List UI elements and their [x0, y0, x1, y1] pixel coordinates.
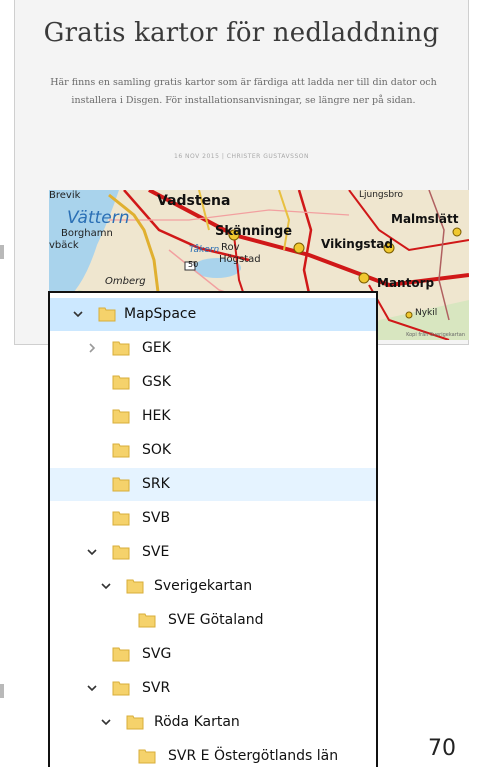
tree-item-label: SVR E Östergötlands län — [168, 748, 339, 764]
chevron-right-icon[interactable] — [84, 340, 100, 356]
tree-item-svr[interactable]: SVR — [50, 672, 376, 705]
folder-icon — [112, 341, 130, 356]
page-number: 70 — [428, 736, 456, 761]
margin-mark — [0, 245, 4, 259]
folder-icon — [112, 409, 130, 424]
tree-item-gsk[interactable]: GSK — [50, 366, 376, 399]
map-label: vbäck — [49, 240, 79, 251]
folder-icon — [112, 511, 130, 526]
tree-item-label: MapSpace — [124, 306, 197, 322]
folder-tree-panel: MapSpace GEK GSK HEK SOK SRK SVB SVE Sve… — [48, 291, 378, 767]
chevron-down-icon[interactable] — [70, 306, 86, 322]
map-label: Malmslätt — [391, 212, 459, 226]
tree-item-sve-gotaland[interactable]: SVE Götaland — [50, 604, 376, 637]
left-margin — [0, 0, 10, 767]
map-label: Rov — [221, 242, 240, 253]
tree-item-label: HEK — [142, 408, 171, 424]
folder-icon — [112, 647, 130, 662]
tree-item-label: Sverigekartan — [154, 578, 253, 594]
folder-icon — [112, 375, 130, 390]
tree-item-svb[interactable]: SVB — [50, 502, 376, 535]
folder-icon — [126, 579, 144, 594]
map-label: Högstad — [219, 254, 261, 265]
tree-item-label: SRK — [142, 476, 170, 492]
tree-item-srk[interactable]: SRK — [50, 468, 376, 501]
tree-item-label: GEK — [142, 340, 171, 356]
margin-mark — [0, 684, 4, 698]
page-title: Gratis kartor för nedladdning — [43, 18, 440, 48]
tree-item-svr-e-ostergotlands-lan[interactable]: SVR E Östergötlands län — [50, 740, 376, 773]
route-number-label: 50 — [188, 260, 199, 269]
post-meta: 16 NOV 2015 | CHRISTER GUSTAVSSON — [174, 153, 309, 160]
map-label: Vikingstad — [321, 237, 393, 251]
tree-item-svg[interactable]: SVG — [50, 638, 376, 671]
tree-item-label: Röda Kartan — [154, 714, 240, 730]
tree-item-mapspace[interactable]: MapSpace — [50, 298, 376, 331]
chevron-down-icon[interactable] — [98, 714, 114, 730]
map-label: Omberg — [105, 276, 146, 287]
folder-icon — [138, 613, 156, 628]
tree-item-label: SVR — [142, 680, 171, 696]
tree-item-roda-kartan[interactable]: Röda Kartan — [50, 706, 376, 739]
tree-item-sok[interactable]: SOK — [50, 434, 376, 467]
chevron-down-icon[interactable] — [84, 680, 100, 696]
tree-item-label: SVE Götaland — [168, 612, 264, 628]
tree-item-gek[interactable]: GEK — [50, 332, 376, 365]
folder-icon — [112, 477, 130, 492]
map-label: Ljungsbro — [359, 190, 404, 200]
folder-icon — [112, 681, 130, 696]
tree-item-label: SVE — [142, 544, 170, 560]
map-label: Nykil — [415, 308, 438, 318]
tree-item-label: GSK — [142, 374, 171, 390]
folder-icon — [112, 443, 130, 458]
folder-icon — [98, 307, 116, 322]
tree-item-label: SVB — [142, 510, 171, 526]
folder-icon — [112, 545, 130, 560]
map-label: Borghamn — [61, 228, 113, 239]
map-label: Mantorp — [377, 276, 435, 290]
chevron-down-icon[interactable] — [98, 578, 114, 594]
chevron-down-icon[interactable] — [84, 544, 100, 560]
tree-item-label: SVG — [142, 646, 172, 662]
tree-item-sve[interactable]: SVE — [50, 536, 376, 569]
map-credit: Kopi från Sverigekartan — [406, 332, 465, 338]
map-label: Skänninge — [215, 224, 293, 239]
intro-text: Här finns en samling gratis kartor som ä… — [50, 77, 437, 106]
map-label: Vadstena — [157, 193, 231, 209]
map-label: Brevik — [49, 190, 81, 201]
map-label: Tåkern — [189, 245, 220, 255]
folder-icon — [126, 715, 144, 730]
folder-icon — [138, 749, 156, 764]
tree-item-label: SOK — [142, 442, 172, 458]
tree-item-hek[interactable]: HEK — [50, 400, 376, 433]
tree-item-sverigekartan[interactable]: Sverigekartan — [50, 570, 376, 603]
map-label: Vättern — [67, 208, 130, 228]
